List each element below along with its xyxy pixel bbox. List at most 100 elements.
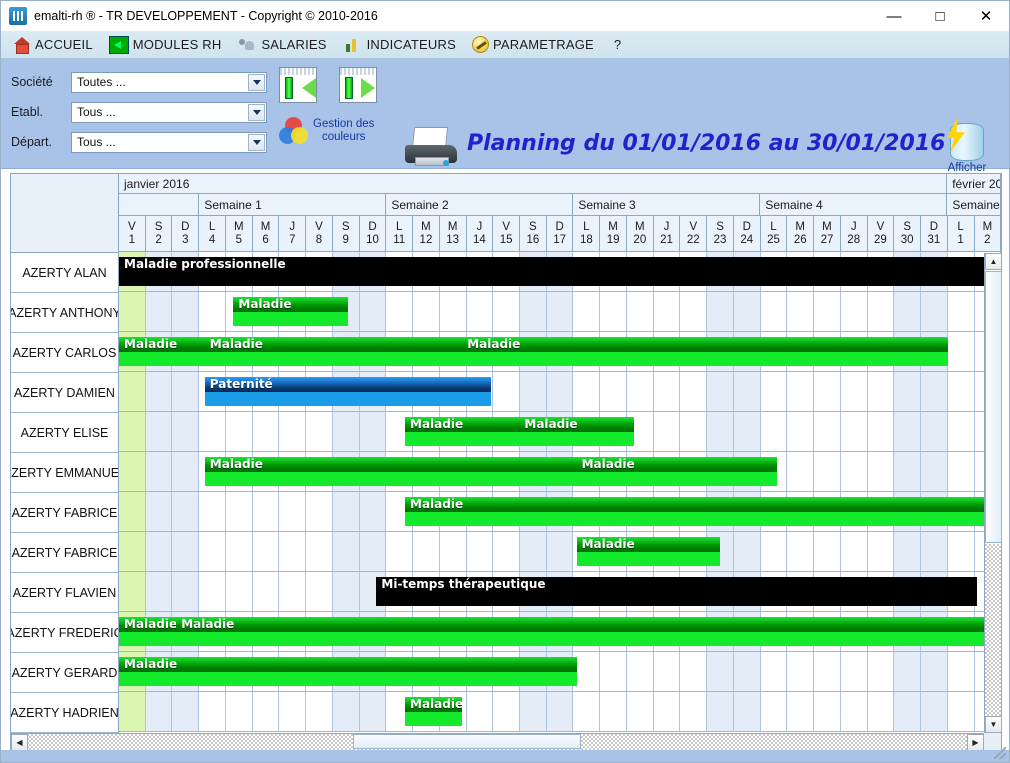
- employee-name-cell[interactable]: AZERTY DAMIEN: [11, 373, 118, 413]
- day-header-cell[interactable]: V 15: [493, 216, 521, 251]
- day-header-cell[interactable]: J 14: [466, 216, 494, 251]
- print-icon[interactable]: [403, 127, 461, 171]
- gantt-bar[interactable]: Maladie: [405, 697, 463, 726]
- day-header-cell[interactable]: M 19: [600, 216, 627, 251]
- gantt-bar[interactable]: Maladie professionnelle: [119, 257, 1001, 286]
- day-header-cell[interactable]: L 18: [573, 216, 601, 251]
- day-header-cell[interactable]: J 21: [653, 216, 681, 251]
- close-button[interactable]: ✕: [963, 1, 1009, 31]
- vscroll-track[interactable]: [985, 544, 1001, 716]
- day-header-cell[interactable]: M 26: [787, 216, 815, 251]
- day-header-cell[interactable]: M 12: [413, 216, 440, 251]
- gantt-bar[interactable]: Paternité: [204, 377, 491, 406]
- day-header-cell[interactable]: V 22: [680, 216, 708, 251]
- menu-item-accueil[interactable]: ACCUEIL: [5, 31, 103, 59]
- chevron-down-icon[interactable]: [248, 133, 265, 151]
- day-header-cell[interactable]: J 28: [840, 216, 868, 251]
- day-header-cell[interactable]: D 31: [921, 216, 948, 251]
- employee-name-cell[interactable]: AZERTY FLAVIEN: [11, 573, 118, 613]
- scroll-up-button[interactable]: ▲: [985, 253, 1002, 270]
- day-of-week: S: [154, 220, 163, 233]
- week-header-cell: Semaine 4: [760, 194, 948, 215]
- employee-name-cell[interactable]: AZERTY ALAN: [11, 253, 118, 293]
- gantt-bar[interactable]: Maladie: [119, 657, 577, 686]
- employee-name-cell[interactable]: AZERTY CARLOS: [11, 333, 118, 373]
- gantt-bar[interactable]: Maladie: [576, 457, 777, 486]
- day-header-cell[interactable]: L 25: [760, 216, 788, 251]
- day-header-cell[interactable]: D 17: [546, 216, 574, 251]
- day-header-cell[interactable]: M 20: [626, 216, 654, 251]
- day-of-week: V: [128, 220, 136, 233]
- menu-item-parametrage[interactable]: PARAMETRAGE: [466, 31, 604, 59]
- gantt-bar[interactable]: Maladie: [405, 497, 1001, 526]
- import-excel-button[interactable]: [279, 67, 317, 105]
- day-header-cell[interactable]: V 29: [867, 216, 895, 251]
- chevron-down-icon[interactable]: [248, 103, 265, 121]
- day-of-week: V: [876, 220, 885, 233]
- horizontal-scroll-thumb[interactable]: [353, 734, 581, 749]
- minimize-button[interactable]: —: [871, 1, 917, 31]
- day-header-cell[interactable]: M 27: [814, 216, 841, 251]
- depart-dropdown[interactable]: Tous ...: [71, 131, 267, 153]
- employee-name-cell[interactable]: AZERTY ELISE: [11, 413, 118, 453]
- day-header-cell[interactable]: L1: [947, 216, 975, 251]
- afficher-button[interactable]: Afficher: [937, 118, 997, 174]
- gantt-bar[interactable]: Maladie: [405, 417, 520, 446]
- day-header-cell[interactable]: S 16: [520, 216, 547, 251]
- menu-item-help[interactable]: ?: [604, 31, 631, 59]
- day-header-cell[interactable]: D 24: [733, 216, 761, 251]
- gantt-bar[interactable]: Maladie: [119, 617, 177, 646]
- gantt-bar[interactable]: Maladie: [119, 337, 205, 366]
- maximize-button[interactable]: □: [917, 1, 963, 31]
- resize-grip[interactable]: [994, 747, 1006, 759]
- scroll-left-button[interactable]: ◀: [11, 734, 28, 751]
- gantt-bar[interactable]: Maladie: [576, 537, 720, 566]
- day-header-cell[interactable]: S2: [145, 216, 173, 251]
- employee-name-cell[interactable]: AZERTY ANTHONY: [11, 293, 118, 333]
- gantt-bar[interactable]: Maladie: [176, 617, 1001, 646]
- day-header-cell[interactable]: S9: [332, 216, 360, 251]
- gantt-bar[interactable]: Maladie: [519, 417, 634, 446]
- gantt-bar[interactable]: Maladie: [204, 457, 577, 486]
- menu-item-modules-rh[interactable]: MODULES RH: [103, 31, 232, 59]
- employee-name-cell[interactable]: AZERTY GERARD: [11, 653, 118, 693]
- vertical-scroll-thumb[interactable]: [985, 271, 1002, 543]
- color-management-button[interactable]: Gestion des couleurs: [279, 117, 374, 145]
- day-header-cell[interactable]: M 13: [439, 216, 467, 251]
- etabl-dropdown[interactable]: Tous ...: [71, 101, 267, 123]
- day-header-cell[interactable]: D3: [172, 216, 200, 251]
- gantt-bar[interactable]: Maladie: [204, 337, 463, 366]
- day-header-cell[interactable]: L4: [199, 216, 226, 251]
- scroll-right-button[interactable]: ▶: [967, 734, 984, 751]
- day-number: 30: [900, 233, 914, 246]
- day-header-cell[interactable]: D 10: [359, 216, 387, 251]
- day-number: 10: [366, 233, 379, 246]
- employee-name-cell[interactable]: AZERTY FABRICE: [11, 493, 118, 533]
- vertical-scrollbar[interactable]: ▲ ▼: [984, 253, 1002, 733]
- day-header-cell[interactable]: V1: [119, 216, 146, 251]
- gantt-bar[interactable]: Maladie: [462, 337, 949, 366]
- employee-name-cell[interactable]: AZERTY FREDERIC: [11, 613, 118, 653]
- menu-item-indicateurs[interactable]: INDICATEURS: [337, 31, 466, 59]
- societe-dropdown[interactable]: Toutes ...: [71, 71, 267, 93]
- gantt-bar[interactable]: Mi-temps thérapeutique: [376, 577, 977, 606]
- horizontal-scrollbar[interactable]: ◀ ▶: [11, 733, 984, 751]
- chevron-down-icon[interactable]: [248, 73, 265, 91]
- export-excel-button[interactable]: [339, 67, 377, 105]
- day-header-cell[interactable]: L 11: [386, 216, 414, 251]
- day-header-cell[interactable]: M5: [225, 216, 253, 251]
- employee-name-cell[interactable]: AZERTY FABRICE: [11, 533, 118, 573]
- gantt-bar-body: [176, 631, 1001, 646]
- day-header-cell[interactable]: J7: [279, 216, 307, 251]
- employee-name-cell[interactable]: AZERTY HADRIEN: [11, 693, 118, 733]
- menu-item-salaries[interactable]: SALARIES: [231, 31, 336, 59]
- day-header-cell[interactable]: M2: [974, 216, 1001, 251]
- day-header-cell[interactable]: S 30: [894, 216, 922, 251]
- day-header-cell[interactable]: V8: [306, 216, 333, 251]
- employee-name-cell[interactable]: AZERTY EMMANUEL: [11, 453, 118, 493]
- gantt-bar[interactable]: Maladie: [233, 297, 348, 326]
- day-header-cell[interactable]: M6: [252, 216, 280, 251]
- title-bar: emalti-rh ® - TR DEVELOPPEMENT - Copyrig…: [1, 1, 1009, 31]
- scroll-down-button[interactable]: ▼: [985, 716, 1002, 733]
- day-header-cell[interactable]: S 23: [707, 216, 734, 251]
